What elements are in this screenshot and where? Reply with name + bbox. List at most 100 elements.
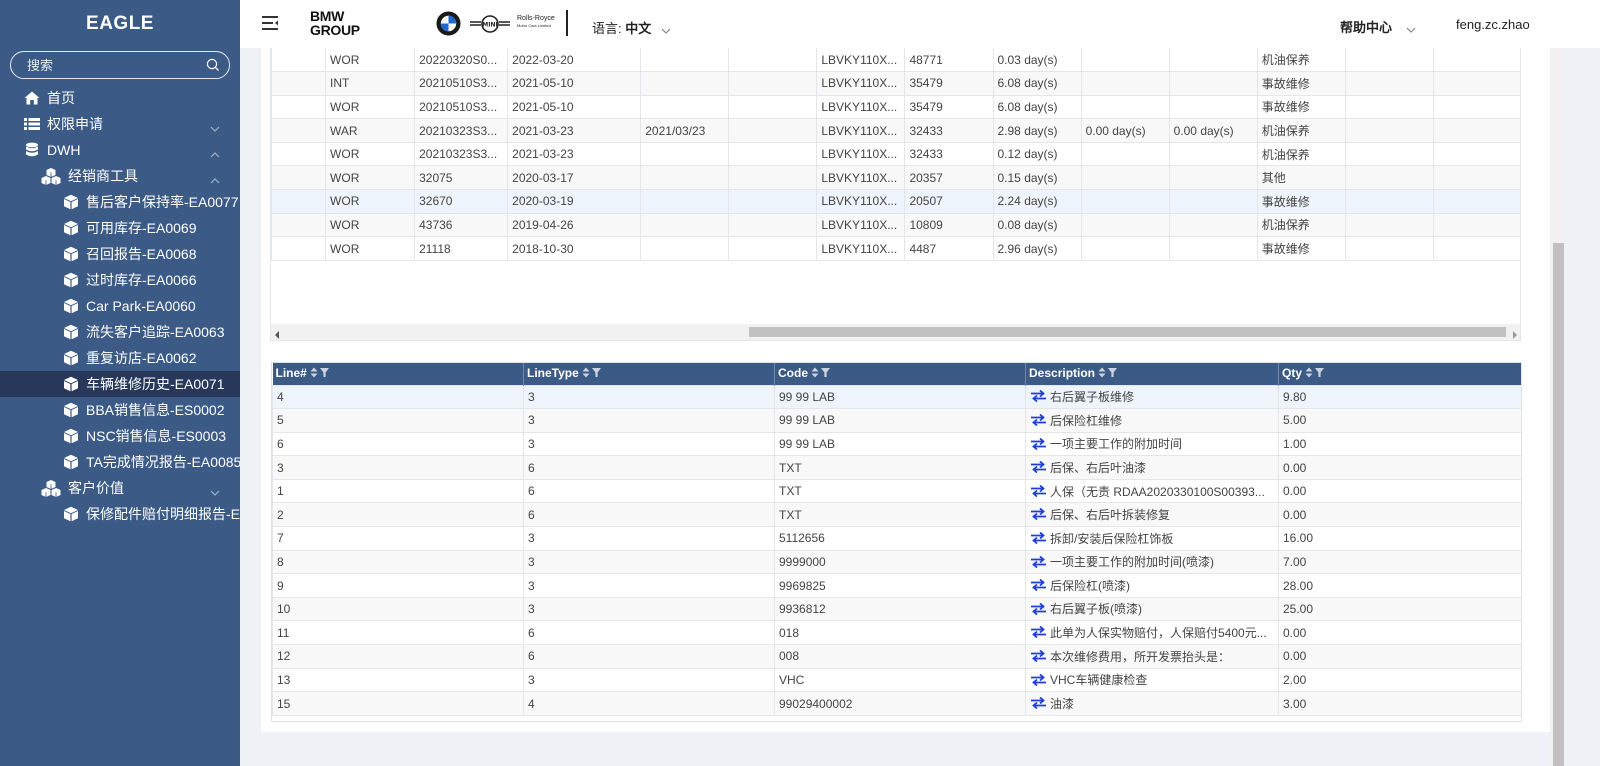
search-icon[interactable] — [206, 58, 220, 75]
table-cell — [1344, 94, 1434, 120]
table-cell — [640, 236, 730, 261]
horizontal-scrollbar[interactable] — [271, 324, 1520, 340]
sort-filter-icon[interactable] — [310, 367, 330, 381]
table-row[interactable]: 6 3 99 99 LAB 一项主要工作的附加时间 1.00 — [272, 431, 1521, 457]
sort-filter-icon[interactable] — [1305, 367, 1325, 381]
swap-arrows-icon[interactable] — [1030, 508, 1047, 523]
table-row[interactable]: 8 3 9999000 一项主要工作的附加时间(喷漆) 7.00 — [272, 549, 1521, 575]
sort-filter-icon[interactable] — [582, 367, 602, 381]
menu-toggle-icon[interactable] — [262, 16, 279, 33]
swap-arrows-icon[interactable] — [1030, 696, 1047, 712]
sidebar-item-label: 车辆维修历史-EA0071 — [86, 376, 225, 392]
table-row[interactable]: WOR 43736 2019-04-26 LBVKY110X... 10809 0.08 … — [271, 212, 1520, 238]
sidebar-item[interactable]: 权限申请 — [0, 111, 240, 137]
swap-arrows-icon[interactable] — [1030, 413, 1047, 429]
table-row[interactable]: INT 20210510S3... 2021-05-10 LBVKY110X... 35… — [271, 71, 1520, 96]
sidebar-item[interactable]: Car Park-EA0060 — [0, 293, 240, 319]
table-row[interactable]: 2 6 TXT 后保、右后叶拆装修复 0.00 — [272, 502, 1521, 528]
table-row[interactable]: 4 3 99 99 LAB 右后翼子板维修 9.80 — [272, 384, 1521, 410]
table-row[interactable]: WOR 20210510S3... 2021-05-10 LBVKY110X... 35… — [271, 94, 1520, 120]
scroll-left-icon[interactable] — [275, 328, 280, 340]
search-input[interactable] — [11, 52, 191, 78]
table-row[interactable]: 12 6 008 本次维修费用，所开发票抬头是： 0.00 — [272, 644, 1521, 669]
search-box[interactable] — [10, 51, 230, 79]
swap-arrows-icon[interactable] — [1030, 602, 1047, 618]
table-row[interactable]: 15 4 99029400002 油漆 3.00 — [272, 691, 1521, 716]
swap-arrows-icon[interactable] — [1030, 649, 1047, 665]
table-cell: 后保、右后叶拆装修复 — [1025, 502, 1279, 528]
table-cell: 此单为人保实物赔付，人保赔付5400元... — [1025, 620, 1279, 646]
column-header[interactable]: Qty — [1278, 363, 1521, 385]
description-text: 后保、右后叶拆装修复 — [1050, 508, 1171, 523]
swap-arrows-icon[interactable] — [1030, 579, 1047, 594]
sidebar-item[interactable]: TA完成情况报告-EA0085 — [0, 449, 240, 475]
column-header-label: Qty — [1282, 366, 1303, 381]
column-header[interactable]: LineType — [523, 363, 775, 385]
table-row[interactable]: 3 6 TXT 后保、右后叶油漆 0.00 — [272, 455, 1521, 480]
sidebar-item-label: DWH — [47, 142, 81, 158]
column-header[interactable]: Description — [1025, 363, 1279, 385]
table-row[interactable]: 1 6 TXT 人保（无责 RDAA2020330100S00393... 0.00 — [272, 478, 1521, 504]
table-row[interactable]: WOR 32670 2020-03-19 LBVKY110X... 20507 2.24 … — [271, 189, 1520, 214]
sidebar-item-label: 召回报告-EA0068 — [86, 246, 197, 262]
sidebar-item[interactable]: 车辆维修历史-EA0071 — [0, 371, 240, 397]
column-header[interactable]: Code — [774, 363, 1026, 385]
swap-arrows-icon[interactable] — [1030, 461, 1047, 476]
sidebar-item[interactable]: 可用库存-EA0069 — [0, 215, 240, 241]
horizontal-scrollbar-thumb[interactable] — [749, 327, 1506, 337]
page-scrollbar[interactable] — [1551, 48, 1566, 766]
sidebar-item[interactable]: 流失客户追踪-EA0063 — [0, 319, 240, 345]
logo-divider — [566, 10, 568, 36]
sidebar-item-label: 保修配件赔付明细报告-E/ — [86, 506, 240, 522]
column-header[interactable]: Line# — [272, 363, 524, 385]
table-cell: LBVKY110X... — [816, 165, 906, 191]
table-cell: 6 — [523, 478, 775, 504]
swap-arrows-icon[interactable] — [1030, 437, 1047, 453]
sidebar-item[interactable]: 售后客户保持率-EA0077 — [0, 189, 240, 215]
sidebar-item[interactable]: 重复访店-EA0062 — [0, 345, 240, 371]
sidebar-item[interactable]: 客户价值 — [0, 475, 240, 501]
sort-filter-icon[interactable] — [1098, 367, 1118, 381]
swap-arrows-icon[interactable] — [1030, 673, 1047, 689]
sidebar-item[interactable]: NSC销售信息-ES0003 — [0, 423, 240, 449]
table-row[interactable]: WOR 21118 2018-10-30 LBVKY110X... 4487 2.96 d… — [271, 236, 1520, 261]
table-row[interactable]: 5 3 99 99 LAB 后保险杠维修 5.00 — [272, 408, 1521, 433]
sidebar-item[interactable]: DWH — [0, 137, 240, 163]
sidebar-item[interactable]: 过时库存-EA0066 — [0, 267, 240, 293]
table-row[interactable]: 11 6 018 此单为人保实物赔付，人保赔付5400元... 0.00 — [272, 620, 1521, 646]
description-text: 后保险杠维修 — [1050, 413, 1123, 428]
table-cell: 13 — [272, 667, 524, 693]
table-cell: 6 — [523, 502, 775, 528]
help-center-menu[interactable]: 帮助中心 — [1340, 17, 1416, 36]
user-menu[interactable]: feng.zc.zhao — [1456, 17, 1530, 32]
table-cell: LBVKY110X... — [816, 236, 906, 261]
table-row[interactable]: 7 3 5112656 拆卸/安装后保险杠饰板 16.00 — [272, 526, 1521, 551]
swap-arrows-icon[interactable] — [1030, 531, 1047, 547]
table-cell: 5112656 — [774, 526, 1026, 551]
swap-arrows-icon[interactable] — [1030, 484, 1047, 500]
sort-filter-icon[interactable] — [811, 367, 831, 381]
sidebar-item[interactable]: 保修配件赔付明细报告-E/ — [0, 501, 240, 527]
table-cell: LBVKY110X... — [816, 48, 906, 73]
table-cell: 油漆 — [1025, 691, 1279, 716]
swap-arrows-icon[interactable] — [1030, 555, 1047, 571]
language-selector[interactable]: 语言: 中文 — [592, 18, 671, 37]
swap-arrows-icon[interactable] — [1030, 626, 1047, 641]
table-row[interactable]: WAR 20210323S3... 2021-03-23 2021/03/23 LBVK… — [271, 118, 1520, 143]
repair-orders-table: WOR 20220320S0... 2022-03-20 LBVKY110X... 48… — [270, 48, 1521, 341]
table-cell: 32433 — [904, 141, 994, 167]
table-row[interactable]: 13 3 VHC VHC车辆健康检查 2.00 — [272, 667, 1521, 693]
scroll-right-icon[interactable] — [1512, 328, 1517, 340]
table-row[interactable]: WOR 20210323S3... 2021-03-23 LBVKY110X... 32… — [271, 141, 1520, 167]
sidebar-item[interactable]: 经销商工具 — [0, 163, 240, 189]
swap-arrows-icon[interactable] — [1030, 390, 1047, 405]
table-row[interactable]: WOR 32075 2020-03-17 LBVKY110X... 20357 0.15 … — [271, 165, 1520, 191]
sidebar-item[interactable]: 首页 — [0, 85, 240, 111]
table-row[interactable]: 10 3 9936812 右后翼子板(喷漆) 25.00 — [272, 596, 1521, 622]
table-row[interactable]: WOR 20220320S0... 2022-03-20 LBVKY110X... 48… — [271, 48, 1520, 73]
sidebar-item[interactable]: 召回报告-EA0068 — [0, 241, 240, 267]
chevron-down-icon — [210, 483, 220, 499]
sidebar-item[interactable]: BBA销售信息-ES0002 — [0, 397, 240, 423]
table-row[interactable]: 9 3 9969825 后保险杠(喷漆) 28.00 — [272, 573, 1521, 598]
page-scrollbar-thumb[interactable] — [1553, 243, 1564, 766]
